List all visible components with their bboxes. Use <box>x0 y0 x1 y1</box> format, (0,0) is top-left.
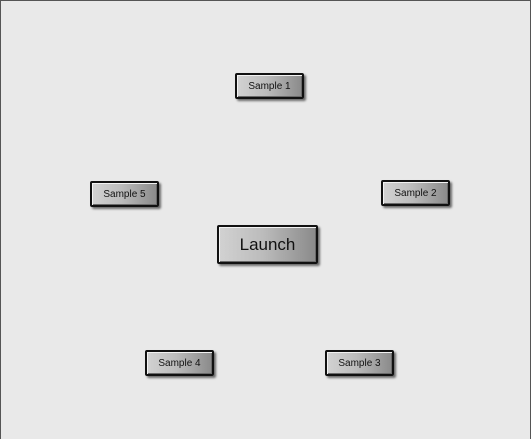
sample-1-button[interactable]: Sample 1 <box>235 73 304 99</box>
sample-2-label: Sample 2 <box>394 187 437 199</box>
launch-label: Launch <box>239 234 296 254</box>
sample-4-button[interactable]: Sample 4 <box>145 350 214 376</box>
sample-1-label: Sample 1 <box>248 80 291 92</box>
launch-button[interactable]: Launch <box>217 225 318 264</box>
app-window: Sample 1 Sample 2 Sample 3 Sample 4 Samp… <box>0 0 531 439</box>
sample-3-label: Sample 3 <box>338 357 381 369</box>
sample-4-label: Sample 4 <box>158 357 201 369</box>
sample-5-label: Sample 5 <box>103 188 146 200</box>
sample-3-button[interactable]: Sample 3 <box>325 350 394 376</box>
sample-5-button[interactable]: Sample 5 <box>90 181 159 207</box>
sample-2-button[interactable]: Sample 2 <box>381 180 450 206</box>
